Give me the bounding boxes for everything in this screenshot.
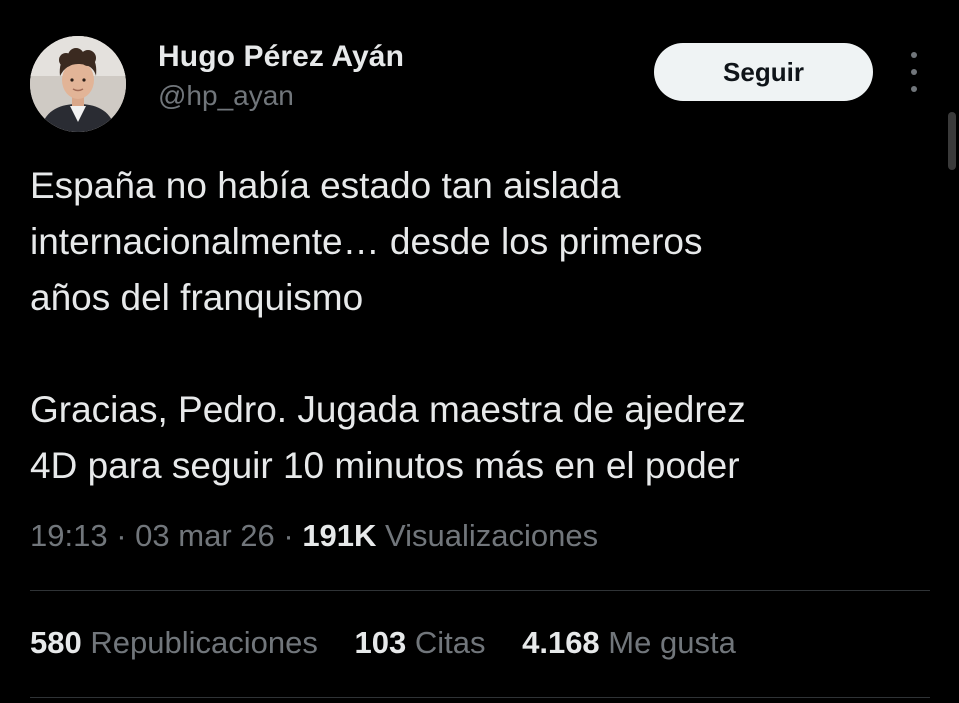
likes-count: 4.168 [522, 625, 600, 660]
dot [911, 69, 917, 75]
tweet-date[interactable]: 03 mar 26 [135, 518, 275, 553]
likes-stat[interactable]: 4.168 Me gusta [522, 625, 736, 660]
scrollbar[interactable] [948, 112, 956, 170]
reposts-count: 580 [30, 625, 82, 660]
author-handle[interactable]: @hp_ayan [158, 80, 294, 112]
avatar[interactable] [30, 36, 126, 132]
tweet-line: 4D para seguir 10 minutos más en el pode… [30, 445, 740, 486]
likes-label: Me gusta [608, 625, 736, 660]
dot [911, 52, 917, 58]
divider [30, 697, 930, 698]
reposts-stat[interactable]: 580 Republicaciones [30, 625, 326, 660]
tweet-time[interactable]: 19:13 [30, 518, 108, 553]
tweet-line: años del franquismo [30, 277, 364, 318]
views-count: 191K [302, 518, 377, 553]
follow-button[interactable]: Seguir [654, 43, 873, 101]
tweet-text: España no había estado tan aislada inter… [30, 158, 930, 494]
author-display-name[interactable]: Hugo Pérez Ayán [158, 40, 404, 74]
tweet-card: Hugo Pérez Ayán @hp_ayan Seguir España n… [0, 0, 959, 703]
more-options-icon[interactable] [900, 52, 928, 92]
quotes-count: 103 [354, 625, 407, 660]
tweet-line: España no había estado tan aislada [30, 165, 621, 206]
dot [911, 86, 917, 92]
quotes-label: Citas [414, 625, 486, 660]
reposts-label: Republicaciones [90, 625, 318, 660]
engagement-stats: 580 Republicaciones 103 Citas 4.168 Me g… [30, 625, 764, 661]
tweet-line: internacionalmente… desde los primeros [30, 221, 703, 262]
quotes-stat[interactable]: 103 Citas [354, 625, 494, 660]
meta-separator: · [283, 518, 294, 553]
views-label: Visualizaciones [385, 518, 599, 553]
tweet-line: Gracias, Pedro. Jugada maestra de ajedre… [30, 389, 746, 430]
divider [30, 590, 930, 591]
profile-photo-icon [30, 36, 126, 132]
tweet-meta: 19:13 · 03 mar 26 · 191K Visualizaciones [30, 518, 598, 554]
meta-separator: · [116, 518, 127, 553]
